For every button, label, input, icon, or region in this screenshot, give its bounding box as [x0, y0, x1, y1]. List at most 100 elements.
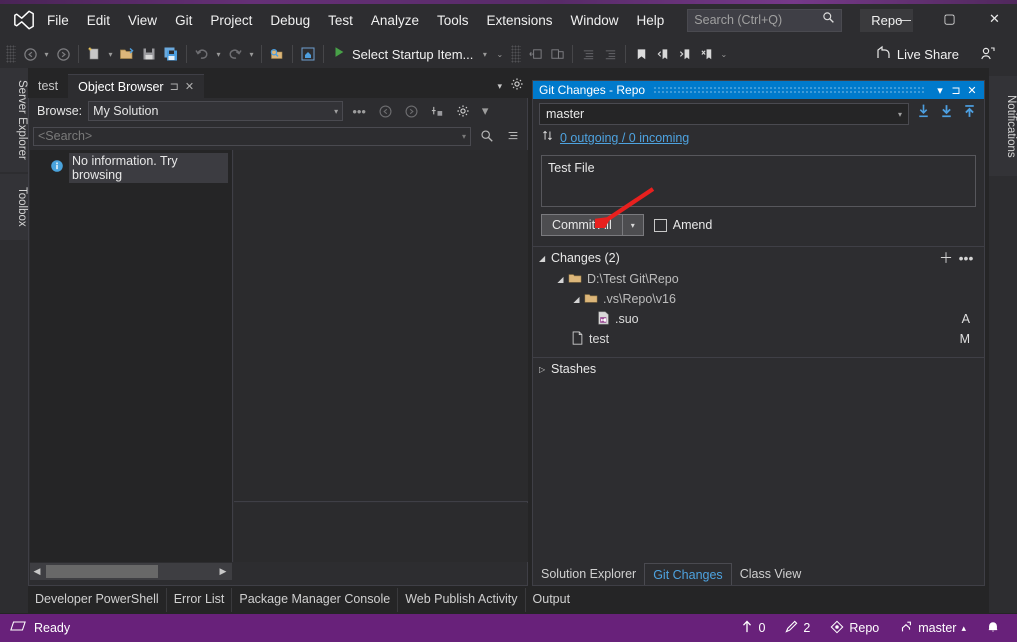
scroll-right-icon[interactable]: ▶ [216, 566, 230, 577]
amend-checkbox[interactable] [653, 218, 667, 232]
changes-section-header[interactable]: ◢ Changes (2) ＋ ••• [533, 247, 984, 269]
increase-indent-icon[interactable] [577, 43, 599, 65]
close-button[interactable]: ✕ [972, 4, 1017, 34]
search-icon[interactable] [477, 126, 497, 146]
browse-scope-dropdown[interactable]: My Solution ▾ [88, 101, 344, 121]
new-project-icon[interactable] [83, 43, 105, 65]
outgoing-commits-indicator[interactable]: 0 [732, 617, 774, 639]
ellipsis-icon[interactable]: ••• [956, 250, 976, 266]
plus-icon[interactable]: ＋ [936, 248, 956, 268]
stashes-section-header[interactable]: ▷ Stashes [533, 358, 984, 380]
menu-window[interactable]: Window [562, 8, 628, 33]
chevron-down-icon[interactable]: ▾ [462, 132, 466, 141]
caret-up-icon[interactable]: ▴ [961, 623, 966, 634]
menu-file[interactable]: File [38, 8, 78, 33]
menu-test[interactable]: Test [319, 8, 362, 33]
chevron-down-icon[interactable]: ▾ [497, 81, 502, 92]
close-icon[interactable]: ✕ [185, 80, 194, 93]
tab-output[interactable]: Output [526, 588, 578, 612]
menu-extensions[interactable]: Extensions [477, 8, 561, 33]
tree-row-suo-file[interactable]: .suo A [533, 309, 984, 329]
undo-icon[interactable] [191, 43, 213, 65]
new-project-caret-icon[interactable]: ▾ [105, 50, 116, 59]
tab-solution-explorer[interactable]: Solution Explorer [533, 563, 644, 585]
menu-view[interactable]: View [119, 8, 166, 33]
branch-dropdown[interactable]: master ▾ [539, 103, 909, 125]
menu-tools[interactable]: Tools [428, 8, 478, 33]
comment-selection-icon[interactable] [524, 43, 546, 65]
tab-package-manager-console[interactable]: Package Manager Console [232, 588, 399, 612]
pull-down-icon[interactable] [938, 103, 955, 125]
toolbar-overflow-icon[interactable]: ⌄ [494, 50, 505, 59]
menu-debug[interactable]: Debug [261, 8, 319, 33]
sidebar-item-notifications[interactable]: Notifications [989, 76, 1017, 176]
object-browser-members-pane[interactable] [234, 150, 528, 502]
expander-expanded-icon[interactable]: ◢ [539, 254, 551, 263]
pending-changes-indicator[interactable]: 2 [776, 617, 819, 639]
search-input[interactable]: <Search> ▾ [33, 126, 471, 146]
menu-analyze[interactable]: Analyze [362, 8, 428, 33]
tab-object-browser[interactable]: Object Browser ⊐ ✕ [68, 74, 205, 98]
push-up-icon[interactable] [961, 103, 978, 125]
scroll-left-icon[interactable]: ◀ [30, 566, 44, 577]
minimize-button[interactable]: — [882, 4, 927, 34]
next-bookmark-icon[interactable] [674, 43, 696, 65]
outgoing-incoming-link[interactable]: 0 outgoing / 0 incoming [560, 131, 689, 145]
branch-indicator[interactable]: master ▴ [890, 617, 975, 640]
redo-caret-icon[interactable]: ▾ [246, 50, 257, 59]
object-browser-horizontal-scrollbar[interactable]: ◀ ▶ [30, 563, 232, 580]
startup-caret-icon[interactable]: ▾ [479, 50, 490, 59]
clear-bookmarks-icon[interactable] [696, 43, 718, 65]
gear-icon[interactable] [510, 77, 524, 96]
redo-icon[interactable] [224, 43, 246, 65]
save-all-icon[interactable] [160, 43, 182, 65]
menu-git[interactable]: Git [166, 8, 201, 33]
uncomment-selection-icon[interactable] [546, 43, 568, 65]
fetch-icon[interactable] [915, 103, 932, 125]
menu-help[interactable]: Help [628, 8, 674, 33]
object-browser-back-icon[interactable] [375, 101, 395, 121]
navigate-back-icon[interactable] [19, 43, 41, 65]
tab-class-view[interactable]: Class View [732, 563, 810, 585]
toolbar-overflow-icon[interactable]: ⌄ [718, 50, 729, 59]
home-icon[interactable] [297, 43, 319, 65]
expander-expanded-icon[interactable]: ◢ [571, 295, 582, 304]
toolbar-grip[interactable] [6, 45, 16, 63]
tree-row-vs-folder[interactable]: ◢ .vs\Repo\v16 [533, 289, 984, 309]
settings-caret-icon[interactable]: ▾ [479, 101, 491, 121]
commit-all-button[interactable]: Commit All ▾ [541, 214, 644, 236]
save-icon[interactable] [138, 43, 160, 65]
expander-expanded-icon[interactable]: ◢ [555, 275, 566, 284]
expander-collapsed-icon[interactable]: ▷ [539, 365, 551, 374]
repository-indicator[interactable]: Repo [821, 617, 888, 640]
tree-row-repo-folder[interactable]: ◢ D:\Test Git\Repo [533, 269, 984, 289]
pin-icon[interactable]: ⊐ [170, 80, 179, 93]
object-browser-forward-icon[interactable] [401, 101, 421, 121]
object-browser-description-pane[interactable] [234, 503, 528, 562]
quick-search-box[interactable]: Search (Ctrl+Q) [687, 8, 843, 32]
navigate-back-caret-icon[interactable]: ▾ [41, 50, 52, 59]
tab-test[interactable]: test [28, 74, 68, 98]
title-drag-dots[interactable] [653, 85, 924, 95]
toolbar-grip[interactable] [511, 45, 522, 63]
navigate-forward-icon[interactable] [52, 43, 74, 65]
commit-message-input[interactable]: Test File [541, 155, 976, 207]
scrollbar-thumb[interactable] [46, 565, 158, 578]
filter-list-icon[interactable] [503, 126, 523, 146]
maximize-button[interactable]: ▢ [927, 4, 972, 34]
tab-web-publish-activity[interactable]: Web Publish Activity [398, 588, 526, 612]
startup-item-selector[interactable]: Select Startup Item... ▾ [328, 45, 494, 64]
notifications-indicator[interactable] [977, 617, 1009, 640]
find-in-files-icon[interactable] [266, 43, 288, 65]
sidebar-item-server-explorer[interactable]: Server Explorer [0, 68, 28, 172]
menu-edit[interactable]: Edit [78, 8, 119, 33]
tab-git-changes[interactable]: Git Changes [644, 563, 732, 585]
tab-developer-powershell[interactable]: Developer PowerShell [28, 588, 167, 612]
undo-caret-icon[interactable]: ▾ [213, 50, 224, 59]
add-reference-icon[interactable] [427, 101, 447, 121]
account-icon[interactable] [977, 43, 999, 65]
close-icon[interactable]: ✕ [964, 84, 980, 97]
amend-checkbox-group[interactable]: Amend [653, 218, 712, 232]
open-folder-icon[interactable] [116, 43, 138, 65]
tree-row-test-file[interactable]: test M [533, 329, 984, 349]
